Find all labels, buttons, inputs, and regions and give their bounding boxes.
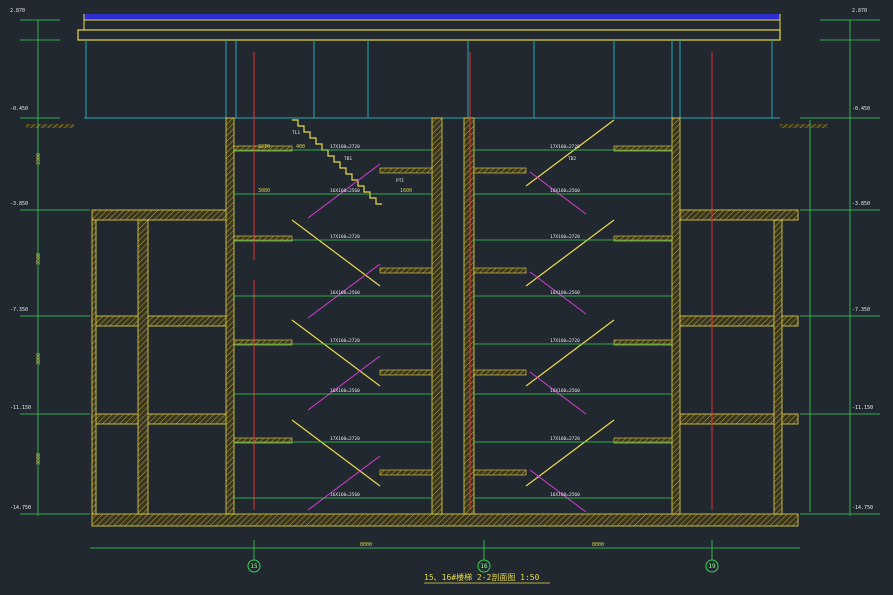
stair-core-walls	[225, 117, 681, 515]
elev-left-5: -14.750	[10, 505, 31, 511]
floor-height-2: 3800	[36, 353, 42, 365]
elev-right-0: 2.870	[852, 8, 867, 14]
roof-slab	[77, 14, 781, 41]
flight-label-8: 16X160=2560	[330, 492, 360, 498]
span-label-0: 2270	[258, 144, 270, 150]
elev-left-4: -11.150	[10, 405, 31, 411]
tb1-label: TB1	[344, 156, 352, 162]
elev-right-1: -0.450	[852, 106, 870, 112]
flight-label-11: 17X160=2720	[550, 234, 580, 240]
elev-left-2: -3.850	[10, 201, 28, 207]
floor-height-1: 3500	[36, 253, 42, 265]
flight-label-6: 16X160=2560	[330, 388, 360, 394]
elev-left-3: -7.350	[10, 307, 28, 313]
stair-flights-elev	[307, 163, 587, 513]
flight-label-1: 17X160=2720	[330, 144, 360, 150]
flight-label-12: 16X160=2560	[550, 290, 580, 296]
span-label-3: 400	[296, 144, 305, 150]
pti-label: PTI	[396, 178, 404, 184]
flight-label-2: 16X160=2560	[330, 188, 360, 194]
axis-bubble-1: 16	[480, 563, 488, 570]
axis-bubble-0: 15	[250, 563, 258, 570]
flight-label-16: 16X160=2560	[550, 492, 580, 498]
drawing-title: 15、16#楼梯 2-2剖面图 1:50	[424, 572, 540, 582]
flight-label-3: 17X160=2720	[330, 234, 360, 240]
axis-bubble-2: 19	[708, 563, 716, 570]
elev-right-5: -14.750	[852, 505, 873, 511]
overall-dim-1: 8000	[592, 542, 604, 548]
flight-label-15: 17X160=2720	[550, 436, 580, 442]
floor-height-0: 3300	[36, 153, 42, 165]
floor-heights: 3300 3500 3800 3600	[36, 153, 42, 465]
overall-dim-0: 8000	[360, 542, 372, 548]
flight-label-13: 17X160=2720	[550, 338, 580, 344]
drawing-canvas: 2.870 -0.450 -3.850 -7.350 -11.150 -14.7…	[10, 8, 880, 584]
elev-left-1: -0.450	[10, 106, 28, 112]
roof-columns	[84, 40, 780, 119]
elev-right-2: -3.850	[852, 201, 870, 207]
flight-label-4: 16X160=2560	[330, 290, 360, 296]
axis-bubbles: 15 16 19	[247, 559, 719, 573]
tb2-label: TB2	[568, 156, 576, 162]
elevations-left: 2.870 -0.450 -3.850 -7.350 -11.150 -14.7…	[10, 8, 31, 511]
elevations-right: 2.870 -0.450 -3.850 -7.350 -11.150 -14.7…	[852, 8, 873, 511]
span-label-2: 1600	[400, 188, 412, 194]
elev-left-0: 2.870	[10, 8, 25, 14]
flight-label-10: 16X160=2560	[550, 188, 580, 194]
dimension-lines	[20, 19, 880, 560]
floor-height-3: 3600	[36, 453, 42, 465]
elev-right-4: -11.150	[852, 405, 873, 411]
overall-dims: 8000 8000	[360, 542, 604, 548]
tl1-label: TL1	[292, 130, 300, 136]
flight-label-9: 17X160=2720	[550, 144, 580, 150]
stair-flights-cut	[291, 119, 615, 487]
elev-right-3: -7.350	[852, 307, 870, 313]
flight-label-5: 17X160=2720	[330, 338, 360, 344]
span-label-1: 3080	[258, 188, 270, 194]
flight-label-7: 17X160=2720	[330, 436, 360, 442]
flight-label-14: 16X160=2560	[550, 388, 580, 394]
